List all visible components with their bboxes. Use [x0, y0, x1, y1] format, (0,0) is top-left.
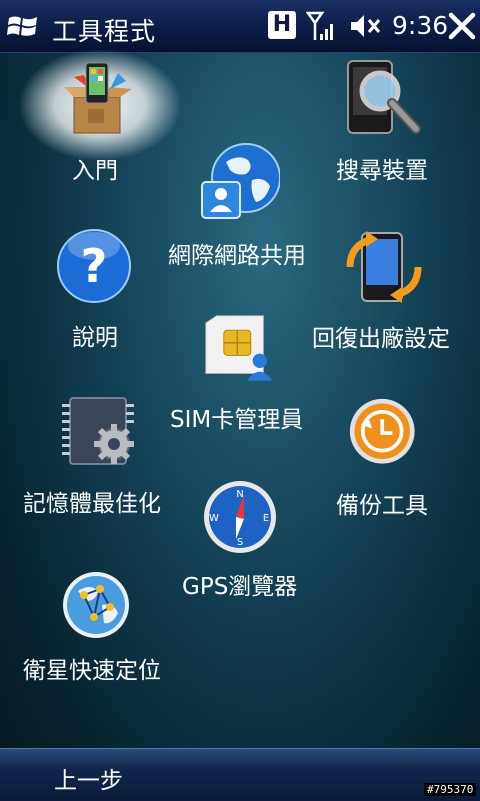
app-label: 記憶體最佳化 — [23, 491, 161, 517]
app-label: 說明 — [72, 325, 118, 351]
close-icon[interactable] — [448, 12, 476, 40]
getting-started-icon — [64, 62, 132, 134]
app-memory-optimizer[interactable]: 記憶體最佳化 — [20, 390, 180, 520]
app-help[interactable]: ? 說明 — [20, 222, 180, 352]
signal-strength-icon[interactable] — [306, 10, 338, 42]
globe-user-icon — [201, 143, 280, 219]
app-factory-reset[interactable]: 回復出廠設定 — [310, 225, 470, 355]
app-label: GPS瀏覽器 — [182, 574, 298, 600]
svg-text:?: ? — [81, 239, 108, 293]
title-bar: 工具程式 H 9:36 — [0, 0, 480, 53]
app-label: 備份工具 — [336, 493, 428, 519]
app-label: 入門 — [72, 158, 118, 184]
search-device-icon — [347, 60, 421, 134]
app-label: 網際網路共用 — [168, 243, 306, 269]
app-label: SIM卡管理員 — [170, 407, 304, 433]
memory-chip-gear-icon — [62, 397, 134, 465]
svg-text:S: S — [237, 537, 243, 548]
page-title: 工具程式 — [52, 17, 157, 46]
softkey-bar: 上一步 — [0, 748, 480, 801]
app-internet-sharing[interactable]: 網際網路共用 — [160, 140, 320, 270]
volume-icon[interactable] — [348, 12, 382, 40]
svg-text:W: W — [209, 513, 219, 524]
app-label: 回復出廠設定 — [312, 326, 450, 352]
sim-card-icon — [205, 315, 273, 381]
app-sim-manager[interactable]: SIM卡管理員 — [160, 310, 320, 440]
svg-text:E: E — [263, 513, 269, 524]
app-backup[interactable]: 備份工具 — [310, 393, 470, 523]
satellite-globe-icon — [63, 572, 129, 638]
compass-icon: N S W E — [204, 481, 276, 553]
back-softkey[interactable]: 上一步 — [54, 761, 123, 795]
windows-start-icon[interactable] — [6, 10, 40, 42]
backup-clock-icon — [349, 398, 415, 464]
clock[interactable]: 9:36 — [392, 11, 448, 40]
app-getting-started[interactable]: 入門 — [20, 55, 180, 185]
app-gps-browser[interactable]: N S W E GPS瀏覽器 — [160, 475, 320, 605]
network-type-badge: H — [268, 11, 296, 39]
factory-reset-icon — [346, 231, 422, 303]
app-search-device[interactable]: 搜尋裝置 — [310, 55, 470, 185]
app-quick-gps[interactable]: 衛星快速定位 — [20, 565, 180, 695]
app-label: 搜尋裝置 — [336, 158, 428, 184]
app-label: 衛星快速定位 — [23, 658, 161, 684]
svg-text:N: N — [236, 489, 243, 500]
watermark: #795370 — [424, 783, 477, 796]
help-icon: ? — [57, 229, 131, 303]
